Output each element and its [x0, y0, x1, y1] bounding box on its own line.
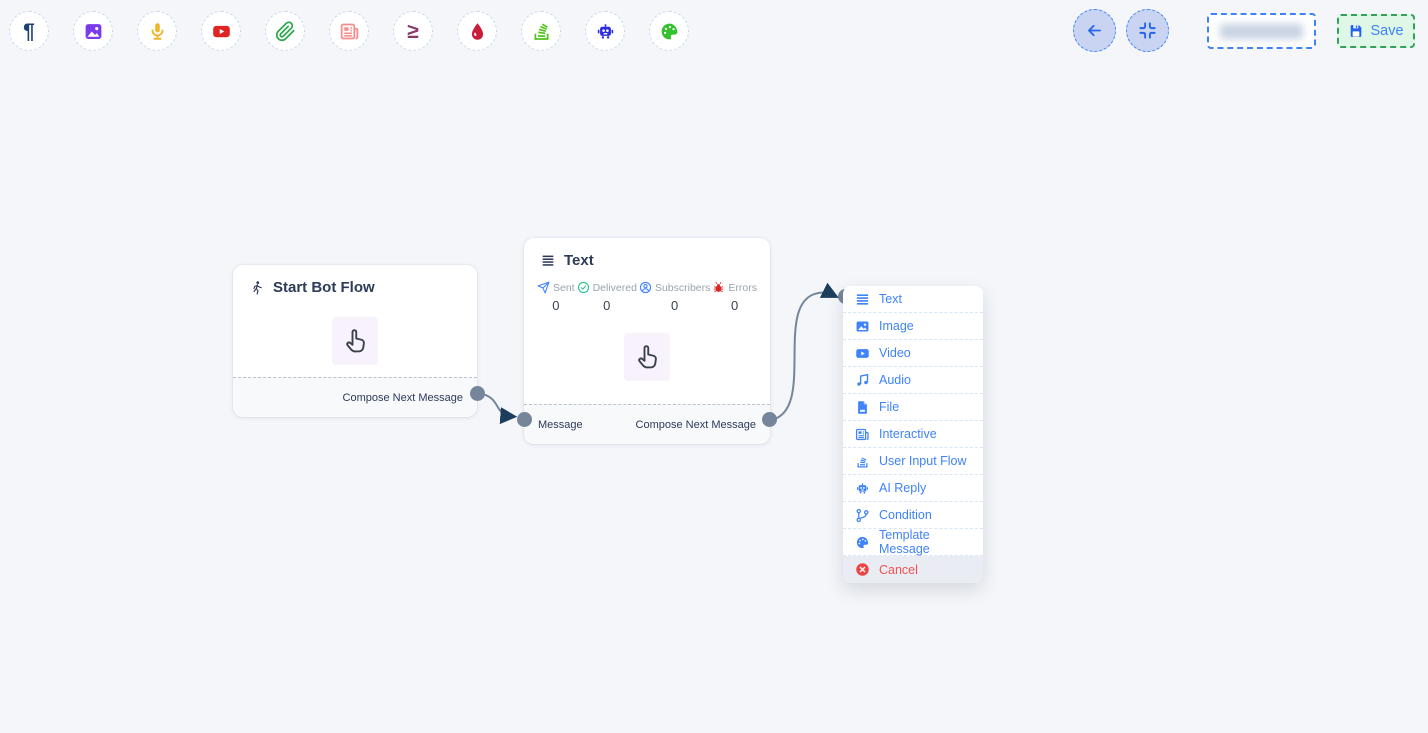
stat-value: 0 — [731, 298, 738, 313]
stack-icon — [855, 454, 870, 469]
node-start-header: Start Bot Flow — [233, 265, 477, 296]
menu-item-ai-reply[interactable]: AI Reply — [843, 475, 983, 502]
bug-icon — [712, 281, 725, 294]
file-icon — [855, 400, 870, 415]
menu-item-cancel[interactable]: Cancel — [843, 556, 983, 583]
flow-canvas[interactable]: Start Bot Flow Compose Next Message Text… — [0, 0, 1428, 733]
robot-icon — [855, 481, 870, 496]
port-start-output[interactable] — [470, 386, 485, 401]
menu-item-label: Image — [879, 319, 914, 333]
stat-value: 0 — [603, 298, 610, 313]
menu-item-label: Cancel — [879, 563, 918, 577]
menu-item-label: Template Message — [879, 528, 971, 556]
node-start-bot-flow[interactable]: Start Bot Flow Compose Next Message — [233, 265, 477, 417]
node-start-footer: Compose Next Message — [233, 377, 477, 417]
stat-errors: Errors 0 — [712, 281, 757, 313]
menu-item-video[interactable]: Video — [843, 340, 983, 367]
menu-item-label: User Input Flow — [879, 454, 967, 468]
menu-item-interactive[interactable]: Interactive — [843, 421, 983, 448]
menu-item-label: Audio — [879, 373, 911, 387]
paper-plane-icon — [537, 281, 550, 294]
hand-pointer-icon — [340, 326, 370, 356]
menu-item-file[interactable]: File — [843, 394, 983, 421]
video-icon — [855, 346, 870, 361]
output-port-label: Compose Next Message — [343, 392, 463, 404]
drag-hint — [624, 333, 670, 381]
menu-item-audio[interactable]: Audio — [843, 367, 983, 394]
palette-icon — [855, 535, 870, 550]
hand-pointer-icon — [632, 342, 662, 372]
newspaper-icon — [855, 427, 870, 442]
menu-item-label: Text — [879, 292, 902, 306]
port-text-input[interactable] — [517, 412, 532, 427]
edge-text-to-menu — [771, 293, 835, 420]
menu-item-label: Interactive — [879, 427, 937, 441]
drag-hint — [332, 317, 378, 365]
menu-item-text[interactable]: Text — [843, 286, 983, 313]
stat-value: 0 — [552, 298, 559, 313]
menu-item-label: AI Reply — [879, 481, 926, 495]
stat-label: Subscribers — [655, 282, 710, 294]
menu-item-template-message[interactable]: Template Message — [843, 529, 983, 556]
list-lines-icon — [540, 253, 556, 269]
node-title: Start Bot Flow — [273, 279, 375, 296]
menu-item-image[interactable]: Image — [843, 313, 983, 340]
output-port-label: Compose Next Message — [636, 419, 756, 431]
music-note-icon — [855, 373, 870, 388]
port-text-output[interactable] — [762, 412, 777, 427]
stat-value: 0 — [671, 298, 678, 313]
stat-label: Sent — [553, 282, 575, 294]
stat-label: Errors — [728, 282, 757, 294]
input-port-label: Message — [538, 419, 583, 431]
stat-label: Delivered — [593, 282, 637, 294]
node-text-header: Text — [524, 238, 770, 269]
image-icon — [855, 319, 870, 334]
node-title: Text — [564, 252, 594, 269]
add-node-context-menu: Text Image Video Audio File Interactive … — [843, 286, 983, 583]
check-circle-icon — [577, 281, 590, 294]
menu-item-label: Condition — [879, 508, 932, 522]
menu-item-user-input-flow[interactable]: User Input Flow — [843, 448, 983, 475]
branch-icon — [855, 508, 870, 523]
menu-item-label: Video — [879, 346, 911, 360]
stat-sent: Sent 0 — [537, 281, 575, 313]
list-lines-icon — [855, 292, 870, 307]
circle-x-icon — [855, 562, 870, 577]
node-text[interactable]: Text Sent 0 Delivered 0 Subscri — [524, 238, 770, 444]
stat-delivered: Delivered 0 — [577, 281, 637, 313]
stat-subscribers: Subscribers 0 — [639, 281, 710, 313]
node-text-footer: Message Compose Next Message — [524, 404, 770, 444]
menu-item-label: File — [879, 400, 899, 414]
walking-person-icon — [249, 280, 265, 296]
node-stats: Sent 0 Delivered 0 Subscribers 0 — [524, 269, 770, 313]
user-circle-icon — [639, 281, 652, 294]
menu-item-condition[interactable]: Condition — [843, 502, 983, 529]
